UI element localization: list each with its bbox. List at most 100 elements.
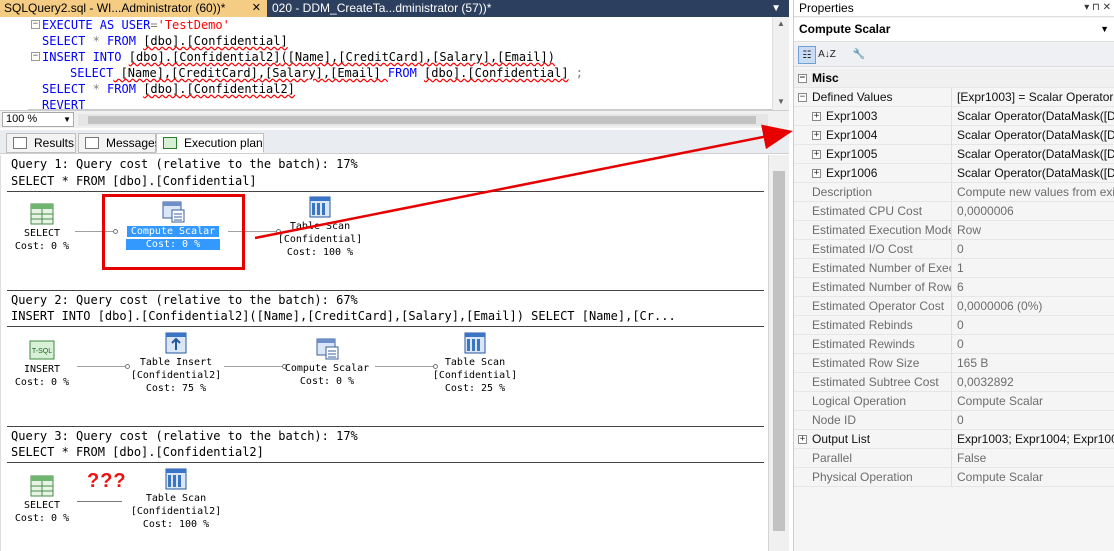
scrollbar-thumb[interactable] <box>88 116 756 124</box>
editor-horizontal-scrollbar[interactable] <box>78 114 768 126</box>
expand-icon[interactable]: + <box>812 131 821 140</box>
messages-icon <box>85 137 99 149</box>
expand-icon[interactable]: + <box>812 150 821 159</box>
property-value[interactable]: Expr1003; Expr1004; Expr1005; E <box>957 430 1114 449</box>
property-pages-icon[interactable]: 🔧 <box>850 46 868 64</box>
property-row[interactable]: Node ID 0 <box>794 411 1114 430</box>
expand-icon[interactable]: + <box>798 435 807 444</box>
property-row[interactable]: Estimated Rewinds 0 <box>794 335 1114 354</box>
zoom-bar: 100 % ▼ <box>0 110 789 128</box>
property-row[interactable]: + Expr1005 Scalar Operator(DataMask([DDM <box>794 145 1114 164</box>
scroll-up-icon[interactable]: ▲ <box>777 19 785 28</box>
property-row[interactable]: Estimated Number of Executions 1 <box>794 259 1114 278</box>
property-value[interactable]: 0,0000006 <box>957 202 1114 221</box>
property-value[interactable]: 1 <box>957 259 1114 278</box>
node-name: Table Scan <box>444 357 506 368</box>
scrollbar-thumb[interactable] <box>773 171 785 531</box>
property-value[interactable]: Scalar Operator(DataMask([DDM <box>957 126 1114 145</box>
property-value[interactable]: 165 B <box>957 354 1114 373</box>
property-value[interactable]: [Expr1003] = Scalar Operator(DataMask([D <box>957 88 1114 107</box>
property-category[interactable]: − Misc <box>794 69 1114 88</box>
code-text[interactable]: EXECUTE AS USER='TestDemo' SELECT * FROM… <box>42 17 583 113</box>
code-line: EXECUTE AS USER='TestDemo' <box>42 18 230 32</box>
plan-node-table-scan[interactable]: Table Scan [Confidential] Cost: 25 % <box>423 332 527 395</box>
property-row[interactable]: Parallel False <box>794 449 1114 468</box>
property-name: Estimated Execution Mode <box>812 221 952 240</box>
categorized-icon[interactable]: ☷ <box>798 46 816 64</box>
node-cost: Cost: 0 % <box>14 241 70 252</box>
property-row[interactable]: + Expr1006 Scalar Operator(DataMask([DDM <box>794 164 1114 183</box>
collapse-icon[interactable]: − <box>31 52 40 61</box>
divider <box>7 191 764 192</box>
property-row[interactable]: Estimated Row Size 165 B <box>794 354 1114 373</box>
alphabetical-sort-icon[interactable]: A↓Z <box>818 46 836 64</box>
plan-node-table-insert[interactable]: Table Insert [Confidential2] Cost: 75 % <box>118 332 234 395</box>
query-1-header: Query 1: Query cost (relative to the bat… <box>11 157 358 171</box>
property-row[interactable]: Estimated Subtree Cost 0,0032892 <box>794 373 1114 392</box>
property-row[interactable]: Description Compute new values from exi <box>794 183 1114 202</box>
plan-node-table-scan[interactable]: Table Scan [Confidential2] Cost: 100 % <box>122 468 230 531</box>
property-row[interactable]: Estimated Operator Cost 0,0000006 (0%) <box>794 297 1114 316</box>
property-value[interactable]: Row <box>957 221 1114 240</box>
chevron-down-icon[interactable]: ▼ <box>771 0 781 17</box>
property-value[interactable]: 0 <box>957 240 1114 259</box>
tab-sqlquery2[interactable]: SQLQuery2.sql - WI...Administrator (60))… <box>0 0 267 17</box>
property-row[interactable]: + Output List Expr1003; Expr1004; Expr1005… <box>794 430 1114 449</box>
tab-ddm-createtable[interactable]: 020 - DDM_CreateTa...dministrator (57))* <box>268 0 523 17</box>
table-scan-icon <box>462 332 488 354</box>
property-value[interactable]: Scalar Operator(DataMask([DDM <box>957 107 1114 126</box>
chevron-down-icon: ▼ <box>63 115 71 124</box>
document-tab-strip: SQLQuery2.sql - WI...Administrator (60))… <box>0 0 789 17</box>
property-row[interactable]: + Expr1003 Scalar Operator(DataMask([DDM <box>794 107 1114 126</box>
property-row[interactable]: Estimated Number of Rows 6 <box>794 278 1114 297</box>
tab-execution-plan[interactable]: Execution plan <box>156 133 264 153</box>
tab-messages[interactable]: Messages <box>78 133 161 153</box>
zoom-select[interactable]: 100 % ▼ <box>2 112 74 127</box>
node-name: INSERT <box>23 364 61 375</box>
property-row[interactable]: Estimated Rebinds 0 <box>794 316 1114 335</box>
node-detail: [Confidential] <box>277 234 363 245</box>
property-value[interactable]: False <box>957 449 1114 468</box>
tsql-icon: T-SQL <box>29 339 55 361</box>
object-selector[interactable]: Compute Scalar ▼ <box>794 18 1114 42</box>
property-value[interactable]: Compute new values from exi <box>957 183 1114 202</box>
editor-vertical-scrollbar[interactable]: ▲ ▼ <box>772 17 789 110</box>
property-row[interactable]: − Defined Values [Expr1003] = Scalar Opera… <box>794 88 1114 107</box>
properties-toolbar: ☷ A↓Z 🔧 <box>794 43 1114 67</box>
tab-results[interactable]: Results <box>6 133 76 153</box>
plan-vertical-scrollbar[interactable] <box>768 155 789 551</box>
property-value[interactable]: 0,0000006 (0%) <box>957 297 1114 316</box>
property-row[interactable]: Estimated Execution Mode Row <box>794 221 1114 240</box>
property-row[interactable]: Physical Operation Compute Scalar <box>794 468 1114 487</box>
scroll-down-icon[interactable]: ▼ <box>777 97 785 106</box>
divider <box>7 326 764 327</box>
plan-node-select[interactable]: SELECT Cost: 0 % <box>12 203 72 253</box>
plan-node-insert[interactable]: T-SQL INSERT Cost: 0 % <box>12 339 72 389</box>
sql-editor[interactable]: − − EXECUTE AS USER='TestDemo' SELECT * … <box>0 17 789 113</box>
close-icon[interactable]: ✕ <box>252 0 261 17</box>
property-value[interactable]: Compute Scalar <box>957 392 1114 411</box>
property-value[interactable]: 0,0032892 <box>957 373 1114 392</box>
property-value[interactable]: Scalar Operator(DataMask([DDM <box>957 145 1114 164</box>
collapse-icon[interactable]: − <box>798 93 807 102</box>
property-value[interactable]: 0 <box>957 411 1114 430</box>
plan-node-compute-scalar[interactable]: Compute Scalar Cost: 0 % <box>273 338 381 388</box>
property-value[interactable]: 0 <box>957 316 1114 335</box>
plan-node-select[interactable]: SELECT Cost: 0 % <box>12 475 72 525</box>
collapse-icon[interactable]: − <box>798 74 807 83</box>
property-name: Estimated CPU Cost <box>812 202 952 221</box>
property-row[interactable]: + Expr1004 Scalar Operator(DataMask([DDM <box>794 126 1114 145</box>
property-row[interactable]: Logical Operation Compute Scalar <box>794 392 1114 411</box>
expand-icon[interactable]: + <box>812 169 821 178</box>
collapse-icon[interactable]: − <box>31 20 40 29</box>
property-value[interactable]: Scalar Operator(DataMask([DDM <box>957 164 1114 183</box>
property-value[interactable]: Compute Scalar <box>957 468 1114 487</box>
editor-gutter <box>0 17 28 110</box>
plan-node-table-scan[interactable]: Table Scan [Confidential] Cost: 100 % <box>268 196 372 259</box>
property-row[interactable]: Estimated CPU Cost 0,0000006 <box>794 202 1114 221</box>
property-row[interactable]: Estimated I/O Cost 0 <box>794 240 1114 259</box>
property-value[interactable]: 6 <box>957 278 1114 297</box>
property-value[interactable]: 0 <box>957 335 1114 354</box>
expand-icon[interactable]: + <box>812 112 821 121</box>
window-buttons-icon[interactable]: ▾ ⊓ ✕ <box>1084 0 1111 16</box>
